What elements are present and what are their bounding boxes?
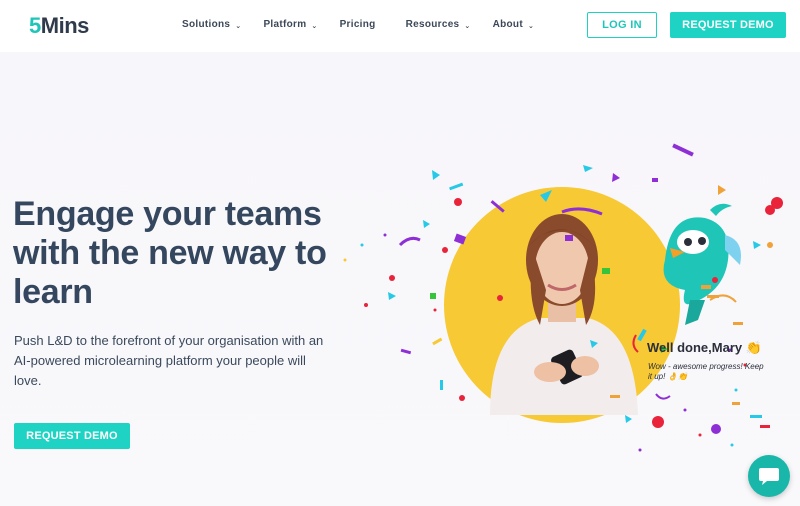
hero-request-demo-button[interactable]: REQUEST DEMO xyxy=(14,423,130,449)
nav-label: Pricing xyxy=(339,19,376,30)
celebration-message: Wow - awesome progress! Keep it up! 👌👏 xyxy=(648,362,764,381)
chevron-down-icon: ⌄ xyxy=(527,22,535,30)
chevron-down-icon: ⌄ xyxy=(311,22,318,30)
chat-button[interactable] xyxy=(748,455,790,497)
nav-label: Platform xyxy=(263,19,307,30)
nav-label: About xyxy=(492,19,523,30)
logo[interactable]: 5Mins xyxy=(29,13,89,39)
logo-text: Mins xyxy=(40,13,90,38)
hero-subtitle: Push L&D to the forefront of your organi… xyxy=(14,333,324,388)
nav-label: Solutions xyxy=(182,19,231,30)
hero-title: Engage your teams with the new way to le… xyxy=(13,195,327,311)
hero-illustration xyxy=(343,143,783,452)
nav-label: Resources xyxy=(405,19,460,30)
nav-item-about[interactable]: About ⌄ xyxy=(493,19,535,30)
site-header: 5Mins Solutions ⌄ Platform ⌄ Pricing Res… xyxy=(0,0,800,52)
login-button[interactable]: LOG IN xyxy=(587,12,657,38)
nav-item-pricing[interactable]: Pricing xyxy=(340,19,376,30)
nav-item-platform[interactable]: Platform ⌄ xyxy=(263,19,317,30)
nav-item-resources[interactable]: Resources ⌄ xyxy=(406,19,471,30)
request-demo-button[interactable]: REQUEST DEMO xyxy=(670,12,786,38)
logo-number: 5 xyxy=(29,13,41,38)
chat-bubble-icon xyxy=(759,468,779,485)
chevron-down-icon: ⌄ xyxy=(235,22,242,30)
chevron-down-icon: ⌄ xyxy=(464,22,471,30)
celebration-title: Well done,Mary 👏 xyxy=(647,340,762,355)
main-nav: Solutions ⌄ Platform ⌄ Pricing Resources… xyxy=(182,19,534,30)
nav-item-solutions[interactable]: Solutions ⌄ xyxy=(182,19,241,30)
